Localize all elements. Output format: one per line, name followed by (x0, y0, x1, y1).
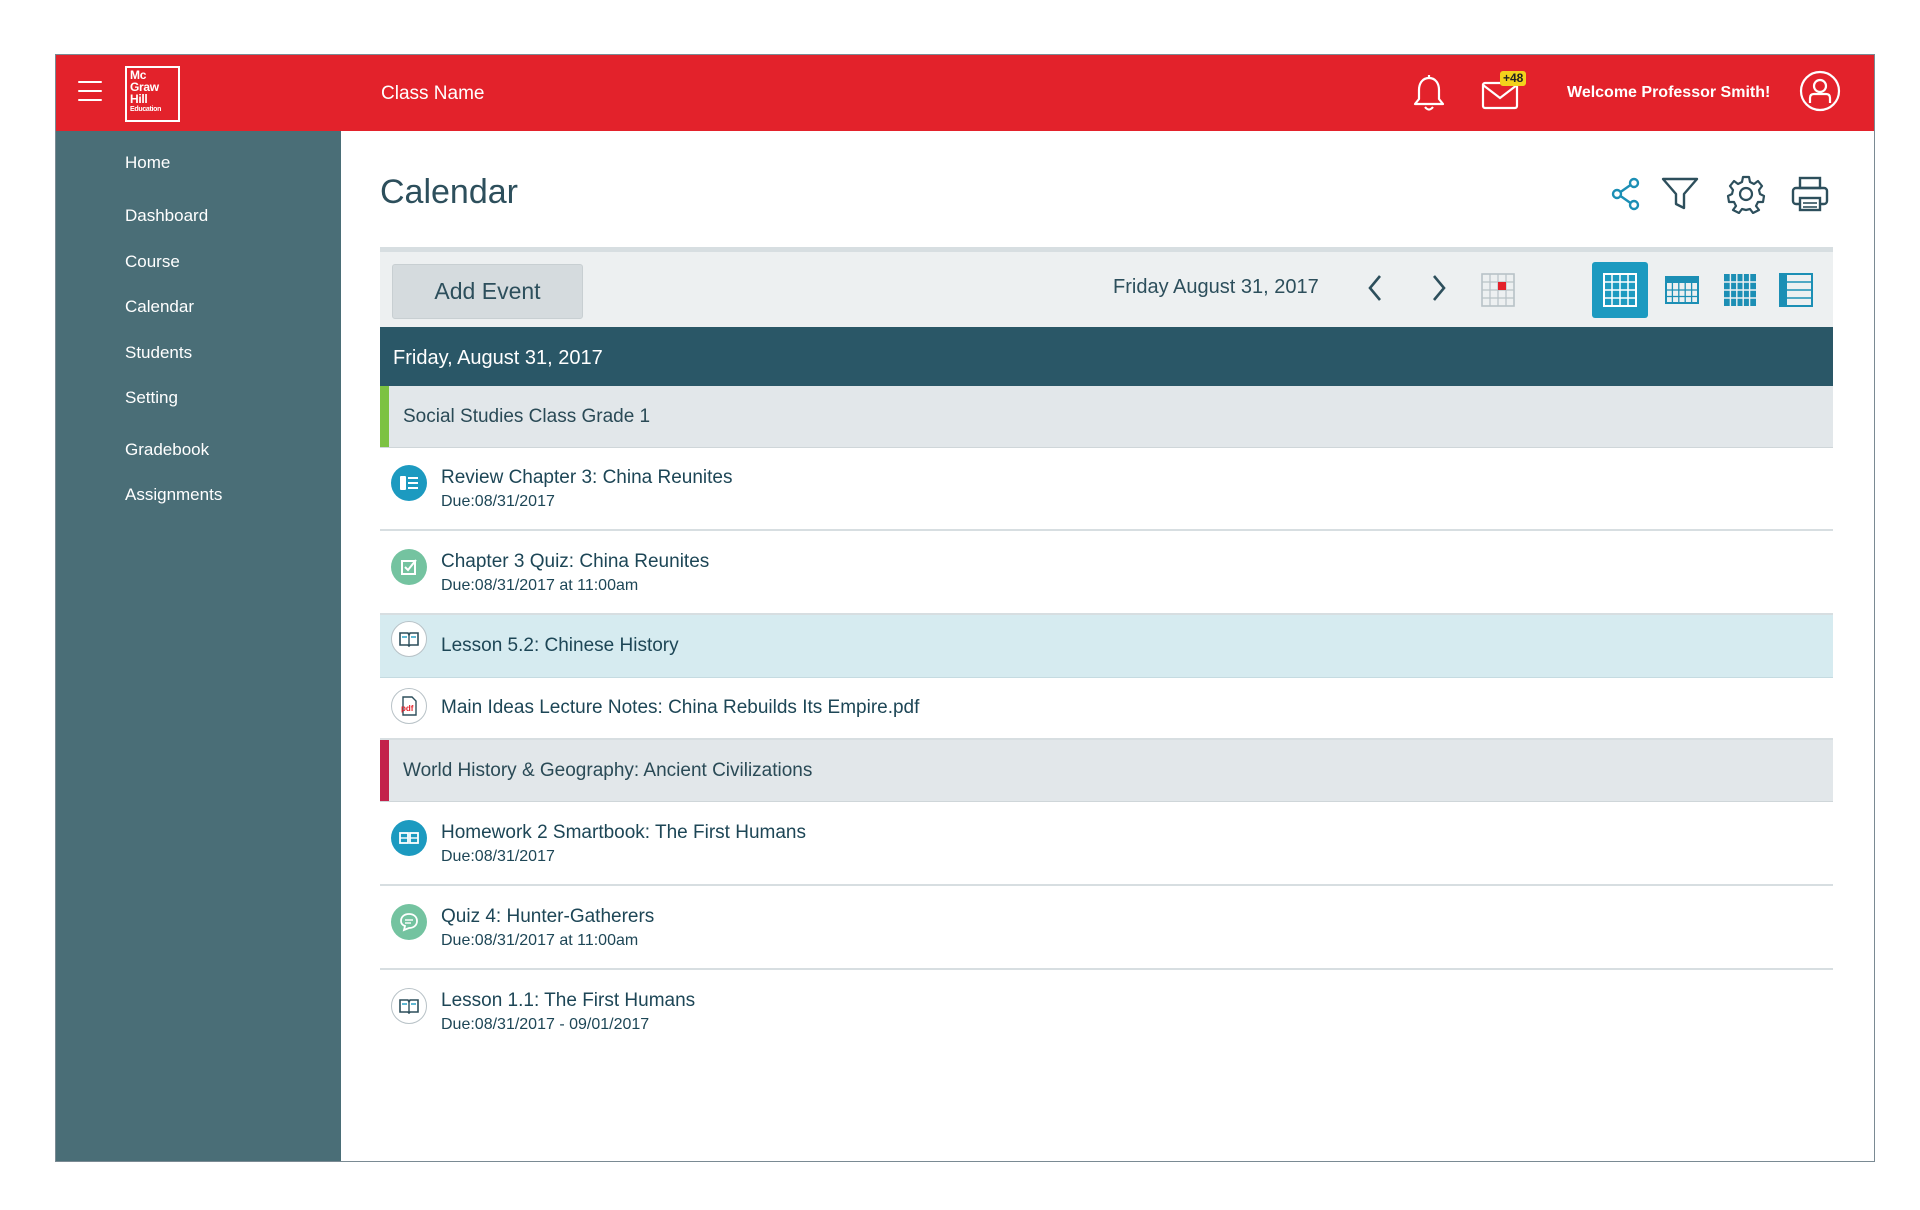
sidebar-item-gradebook[interactable]: Gradebook (125, 440, 209, 460)
list-item[interactable]: Lesson 1.1: The First Humans Due:08/31/2… (380, 970, 1833, 1054)
bell-icon[interactable] (1411, 73, 1447, 113)
sidebar-item-course[interactable]: Course (125, 252, 180, 272)
app-frame: Mc Graw Hill Education Class Name +48 We… (55, 54, 1875, 1162)
today-calendar-icon[interactable] (1480, 272, 1516, 308)
item-due-date: Due:08/31/2017 (441, 493, 555, 510)
item-due-date: Due:08/31/2017 - 09/01/2017 (441, 1016, 650, 1033)
group-color-bar (380, 386, 389, 447)
share-icon[interactable] (1606, 174, 1646, 214)
item-due-date: Due:08/31/2017 at 11:00am (441, 577, 639, 594)
mail-count-badge: +48 (1500, 71, 1527, 86)
group-color-bar (380, 740, 389, 801)
class-name[interactable]: Class Name (381, 83, 484, 105)
class-group-header[interactable]: World History & Geography: Ancient Civil… (380, 740, 1833, 802)
item-title[interactable]: Main Ideas Lecture Notes: China Rebuilds… (441, 697, 919, 719)
day-header: Friday, August 31, 2017 (380, 327, 1833, 386)
list-item[interactable]: Chapter 3 Quiz: China Reunites Due:08/31… (380, 531, 1833, 615)
list-item[interactable]: Lesson 5.2: Chinese History (380, 615, 1833, 678)
month-grid-icon (1724, 274, 1756, 306)
print-icon[interactable] (1790, 174, 1830, 214)
group-label: World History & Geography: Ancient Civil… (403, 760, 813, 781)
svg-text:pdf: pdf (401, 704, 414, 713)
calendar-toolbar: Add Event Friday August 31, 2017 (380, 247, 1833, 327)
item-title[interactable]: Lesson 5.2: Chinese History (441, 635, 679, 657)
smartbook-icon (391, 820, 427, 856)
page-title: Calendar (380, 173, 518, 211)
month-view-button[interactable] (1712, 262, 1768, 318)
week-grid-icon (1665, 276, 1699, 304)
list-icon (1779, 273, 1813, 307)
list-item[interactable]: Quiz 4: Hunter-Gatherers Due:08/31/2017 … (380, 886, 1833, 970)
grid-icon (1603, 273, 1637, 307)
day-view-button[interactable] (1592, 262, 1648, 318)
pdf-icon: pdf (391, 688, 427, 724)
filter-icon[interactable] (1660, 174, 1700, 214)
item-due-date: Due:08/31/2017 (441, 848, 555, 865)
item-title[interactable]: Quiz 4: Hunter-Gatherers (441, 906, 654, 928)
item-title[interactable]: Chapter 3 Quiz: China Reunites (441, 551, 709, 573)
list-view-button[interactable] (1768, 262, 1824, 318)
welcome-message: Welcome Professor Smith! (1567, 84, 1771, 101)
top-bar: Mc Graw Hill Education Class Name +48 We… (56, 55, 1874, 131)
settings-icon[interactable] (1726, 174, 1766, 214)
sidebar-item-calendar[interactable]: Calendar (125, 297, 194, 317)
sidebar-item-home[interactable]: Home (125, 153, 170, 173)
list-item[interactable]: Review Chapter 3: China Reunites Due:08/… (380, 448, 1833, 531)
quiz-icon (391, 549, 427, 585)
item-title[interactable]: Review Chapter 3: China Reunites (441, 467, 733, 489)
add-event-button[interactable]: Add Event (392, 264, 583, 319)
week-view-button[interactable] (1654, 262, 1710, 318)
chevron-right-icon[interactable] (1423, 270, 1453, 306)
sidebar-item-assignments[interactable]: Assignments (125, 485, 222, 505)
current-date-label: Friday August 31, 2017 (1113, 276, 1319, 298)
item-title[interactable]: Homework 2 Smartbook: The First Humans (441, 822, 806, 844)
class-group-header[interactable]: Social Studies Class Grade 1 (380, 386, 1833, 448)
list-item[interactable]: pdf Main Ideas Lecture Notes: China Rebu… (380, 678, 1833, 740)
sidebar-item-students[interactable]: Students (125, 343, 192, 363)
menu-icon[interactable] (78, 81, 102, 101)
book-icon (391, 988, 427, 1024)
user-icon[interactable] (1799, 70, 1841, 112)
group-label: Social Studies Class Grade 1 (403, 406, 651, 427)
list-item[interactable]: Homework 2 Smartbook: The First Humans D… (380, 802, 1833, 886)
sidebar-item-setting[interactable]: Setting (125, 388, 178, 408)
sidebar: Home Dashboard Course Calendar Students … (56, 131, 341, 1161)
mcgraw-hill-logo[interactable]: Mc Graw Hill Education (125, 66, 180, 122)
chat-quiz-icon (391, 904, 427, 940)
book-icon (391, 621, 427, 657)
item-title[interactable]: Lesson 1.1: The First Humans (441, 990, 695, 1012)
item-due-date: Due:08/31/2017 at 11:00am (441, 932, 639, 949)
sidebar-item-dashboard[interactable]: Dashboard (125, 206, 208, 226)
chevron-left-icon[interactable] (1361, 270, 1391, 306)
review-icon (391, 465, 427, 501)
